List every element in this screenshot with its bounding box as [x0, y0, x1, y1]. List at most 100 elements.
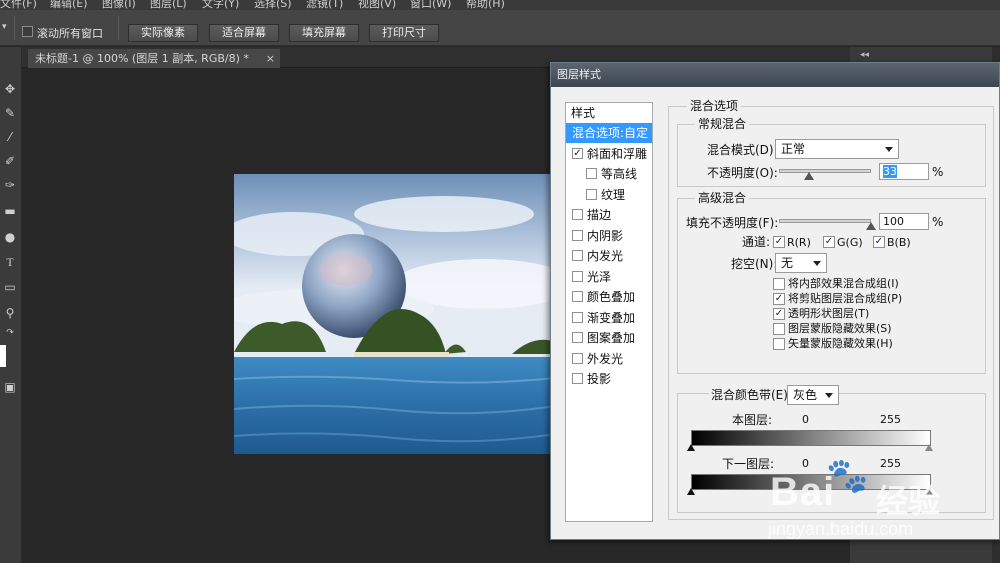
- fill-opacity-label: 填充不透明度(F):: [686, 216, 779, 230]
- scroll-all-windows-label: 滚动所有窗口: [37, 27, 103, 40]
- style-list-item[interactable]: 纹理: [566, 185, 652, 205]
- fit-screen-button[interactable]: 适合屏幕: [209, 24, 279, 42]
- style-checkbox[interactable]: [572, 250, 583, 261]
- advanced-option-label: 矢量蒙版隐藏效果(H): [788, 337, 893, 350]
- close-icon[interactable]: ×: [266, 49, 275, 68]
- menu-item[interactable]: 视图(V): [358, 0, 396, 10]
- style-checkbox[interactable]: [572, 209, 583, 220]
- layer-style-dialog: 图层样式 样式 混合选项:自定 ✓ 斜面和浮雕 等高线 纹理 描边 内阴影 内发光 光泽 颜色叠加…: [550, 62, 1000, 540]
- style-list-item-label: 混合选项:自定: [572, 126, 649, 140]
- style-list-item-label: 斜面和浮雕: [587, 146, 648, 161]
- menu-item[interactable]: 编辑(E): [50, 0, 88, 10]
- menu-item[interactable]: 文字(Y): [202, 0, 239, 10]
- history-brush-tool-icon[interactable]: ✑: [0, 175, 20, 195]
- eyedropper-tool-icon[interactable]: ⁄: [0, 127, 20, 147]
- fill-screen-button[interactable]: 填充屏幕: [289, 24, 359, 42]
- quick-selection-tool-icon[interactable]: ✎: [0, 103, 20, 123]
- blending-options-title: 混合选项: [687, 99, 742, 113]
- menu-item[interactable]: 选择(S): [254, 0, 292, 10]
- this-layer-black-slider[interactable]: [687, 444, 695, 451]
- menu-item[interactable]: 图像(I): [102, 0, 136, 10]
- opacity-input[interactable]: 33: [879, 163, 929, 180]
- tools-panel: ✥ ✎ ⁄ ✐ ✑ ▬ ● T ▭ ⚲ ↷ ▣: [0, 47, 22, 563]
- scroll-all-windows-checkbox[interactable]: [22, 26, 33, 37]
- style-list-item[interactable]: 外发光: [566, 349, 652, 369]
- style-list-item[interactable]: 描边: [566, 205, 652, 225]
- zoom-tool-icon[interactable]: ⚲: [0, 303, 20, 323]
- advanced-option-checkbox[interactable]: [773, 278, 785, 290]
- gradient-tool-icon[interactable]: ▬: [0, 201, 20, 221]
- style-list-item[interactable]: 渐变叠加: [566, 308, 652, 328]
- style-list-item[interactable]: 等高线: [566, 164, 652, 184]
- style-checkbox[interactable]: [572, 291, 583, 302]
- style-list-item[interactable]: 投影: [566, 369, 652, 389]
- style-list-item-label: 纹理: [601, 187, 626, 202]
- canvas-image: [234, 174, 556, 454]
- style-list-item-label: 投影: [587, 372, 612, 386]
- move-tool-icon[interactable]: ✥: [0, 79, 20, 99]
- style-checkbox[interactable]: [572, 229, 583, 241]
- style-checkbox[interactable]: [572, 311, 583, 323]
- style-checkbox[interactable]: [572, 352, 583, 364]
- opacity-unit: %: [932, 165, 944, 179]
- knockout-label: 挖空(N):: [731, 257, 778, 271]
- style-list-item[interactable]: 图案叠加: [566, 328, 652, 348]
- advanced-option-checkbox[interactable]: ✓: [773, 308, 785, 320]
- this-layer-white-slider[interactable]: [925, 444, 933, 451]
- style-checkbox[interactable]: [586, 188, 597, 200]
- style-list-item[interactable]: ✓ 斜面和浮雕: [566, 144, 652, 164]
- underlying-layer-label: 下一图层:: [722, 457, 775, 471]
- channel-r-checkbox[interactable]: ✓: [773, 236, 785, 248]
- style-list-item[interactable]: 内发光: [566, 246, 652, 266]
- style-list-item-label: 内阴影: [587, 228, 624, 243]
- advanced-option-checkbox[interactable]: [773, 323, 785, 335]
- style-checkbox[interactable]: [572, 373, 583, 384]
- this-layer-min-value: 0: [802, 413, 809, 426]
- background-color-swatch[interactable]: [0, 345, 6, 367]
- type-tool-icon[interactable]: T: [0, 252, 20, 272]
- options-bar: ▾ 滚动所有窗口 实际像素 适合屏幕 填充屏幕 打印尺寸: [0, 10, 1000, 46]
- fill-opacity-slider-thumb[interactable]: [866, 222, 876, 230]
- rectangle-tool-icon[interactable]: ▭: [0, 277, 20, 297]
- fill-opacity-input[interactable]: 100: [879, 213, 929, 230]
- fill-opacity-slider[interactable]: [779, 219, 871, 223]
- this-layer-max-value: 255: [880, 413, 901, 426]
- blend-if-select[interactable]: 灰色: [787, 385, 839, 405]
- underlying-layer-black-slider[interactable]: [687, 488, 695, 495]
- menu-item[interactable]: 窗口(W): [410, 0, 451, 10]
- menu-item[interactable]: 文件(F): [0, 0, 37, 10]
- dialog-title: 图层样式: [551, 63, 999, 87]
- knockout-select[interactable]: 无: [775, 253, 827, 273]
- blend-mode-select[interactable]: 正常: [775, 139, 899, 159]
- channel-b-checkbox[interactable]: ✓: [873, 236, 885, 248]
- blend-mode-label: 混合模式(D):: [707, 143, 778, 157]
- opacity-slider[interactable]: [779, 169, 871, 173]
- swap-colors-icon[interactable]: ↷: [0, 323, 20, 343]
- menu-item[interactable]: 滤镜(T): [306, 0, 343, 10]
- menu-item[interactable]: 帮助(H): [466, 0, 505, 10]
- opacity-slider-thumb[interactable]: [804, 172, 815, 180]
- style-checkbox[interactable]: [572, 332, 583, 343]
- menu-item[interactable]: 图层(L): [150, 0, 187, 10]
- paw-icon: 🐾: [826, 457, 869, 495]
- print-size-button[interactable]: 打印尺寸: [369, 24, 439, 42]
- style-checkbox[interactable]: ✓: [572, 147, 583, 159]
- opacity-label: 不透明度(O):: [707, 166, 778, 180]
- style-checkbox[interactable]: [586, 168, 597, 179]
- dodge-tool-icon[interactable]: ●: [0, 227, 20, 247]
- style-list-item[interactable]: 光泽: [566, 267, 652, 287]
- tool-preset-chevron-icon[interactable]: ▾: [2, 22, 7, 32]
- style-list-item[interactable]: 颜色叠加: [566, 287, 652, 307]
- advanced-option-checkbox[interactable]: [773, 338, 785, 350]
- channel-g-checkbox[interactable]: ✓: [823, 236, 835, 248]
- screen-mode-icon[interactable]: ▣: [0, 377, 20, 397]
- actual-pixels-button[interactable]: 实际像素: [128, 24, 198, 42]
- style-list-item[interactable]: 内阴影: [566, 226, 652, 246]
- style-list-item[interactable]: 混合选项:自定: [566, 123, 652, 143]
- document-tab[interactable]: 未标题-1 @ 100% (图层 1 副本, RGB/8) * ×: [28, 49, 280, 68]
- collapse-panels-icon[interactable]: ◂◂: [860, 50, 869, 60]
- underlying-layer-max-value: 255: [880, 457, 901, 470]
- brush-tool-icon[interactable]: ✐: [0, 151, 20, 171]
- style-checkbox[interactable]: [572, 270, 583, 282]
- advanced-option-checkbox[interactable]: ✓: [773, 293, 785, 305]
